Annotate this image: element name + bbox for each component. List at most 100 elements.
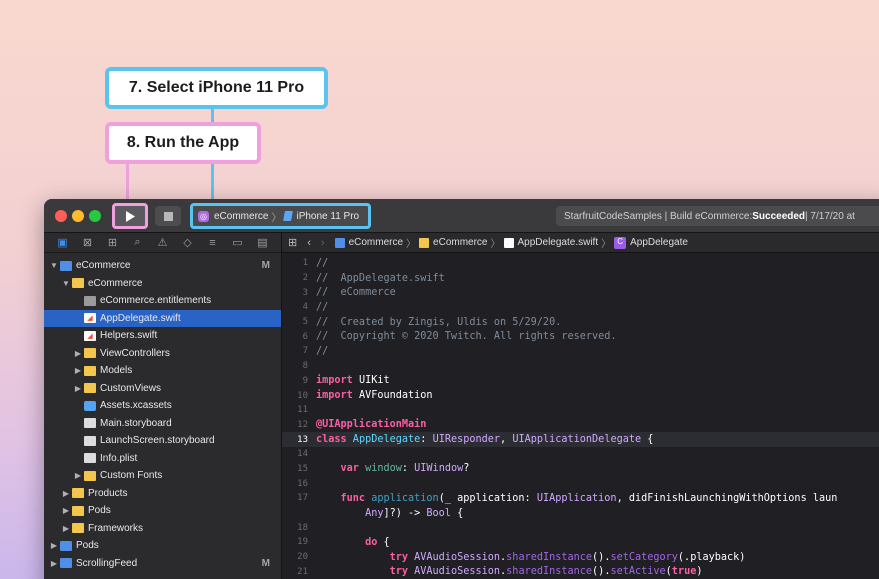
run-button[interactable] [112, 203, 148, 229]
forward-icon[interactable]: › [321, 237, 325, 249]
swift-file-icon [503, 237, 514, 248]
code-text: (.playback) [677, 551, 746, 563]
symbol-icon[interactable]: ⊞ [105, 236, 121, 249]
method-name: setCategory [610, 551, 678, 563]
tree-row-label: AppDelegate.swift [100, 312, 181, 324]
disclosure-collapsed-icon[interactable]: ▶ [72, 384, 84, 393]
jumpbar-file[interactable]: AppDelegate.swift [518, 237, 599, 248]
tree-row-label: Main.storyboard [100, 417, 172, 429]
tree-row[interactable]: ▶ Frameworks [44, 520, 281, 538]
stop-button[interactable] [155, 206, 181, 226]
code-line: 18 [282, 520, 879, 535]
tree-row[interactable]: ▶ Custom Fonts [44, 467, 281, 485]
disclosure-expanded-icon[interactable]: ▼ [48, 261, 60, 270]
code-text: { [450, 507, 464, 519]
debug-icon[interactable]: ≡ [205, 237, 221, 249]
zoom-window-button[interactable] [89, 210, 101, 222]
chevron-right-icon: 〉 [271, 212, 282, 224]
comment: // eCommerce [316, 287, 396, 299]
comment: // Copyright © 2020 Twitch. All rights r… [316, 331, 617, 343]
tree-row-label: Models [100, 365, 133, 377]
method-name: sharedInstance [506, 566, 593, 578]
grid-icon[interactable]: ⊞ [288, 236, 297, 249]
folder-icon [84, 365, 96, 376]
disclosure-expanded-icon[interactable]: ▼ [60, 279, 72, 288]
close-window-button[interactable] [55, 210, 67, 222]
tree-row[interactable]: ▶ Products [44, 485, 281, 503]
disclosure-collapsed-icon[interactable]: ▶ [60, 506, 72, 515]
back-icon[interactable]: ‹ [307, 237, 311, 249]
disclosure-collapsed-icon[interactable]: ▶ [72, 471, 84, 480]
tree-row[interactable]: ▶ ViewControllers [44, 345, 281, 363]
keyword: import [316, 375, 353, 387]
tree-row-label: LaunchScreen.storyboard [100, 435, 215, 447]
tree-row[interactable]: Assets.xcassets [44, 397, 281, 415]
folder-icon[interactable]: ▣ [55, 236, 71, 249]
code-area[interactable]: 1// 2// AppDelegate.swift 3// eCommerce … [282, 253, 879, 579]
jumpbar-symbol[interactable]: AppDelegate [630, 237, 688, 248]
scheme-device-label[interactable]: iPhone 11 Pro [296, 211, 359, 222]
line-number: 16 [297, 478, 308, 489]
minimize-window-button[interactable] [72, 210, 84, 222]
jumpbar-group[interactable]: eCommerce [433, 237, 487, 248]
line-number: 17 [297, 493, 308, 504]
line-number: 14 [297, 449, 308, 460]
tree-row-label: Custom Fonts [100, 470, 163, 482]
project-navigator: ▣ ⊠ ⊞ ⌕ ⚠ ◇ ≡ ▭ ▤ ▼ eCommerce M ▼ eComme… [44, 233, 282, 579]
line-number: 18 [297, 522, 308, 533]
tree-row[interactable]: ◢ Helpers.swift [44, 327, 281, 345]
source-editor: ⊞ ‹ › eCommerce 〉 eCommerce 〉 AppDelegat… [282, 233, 879, 579]
disclosure-collapsed-icon[interactable]: ▶ [60, 524, 72, 533]
tree-row[interactable]: eCommerce.entitlements [44, 292, 281, 310]
tree-row[interactable]: Main.storyboard [44, 415, 281, 433]
tree-row[interactable]: Info.plist [44, 450, 281, 468]
chevron-right-icon: 〉 [490, 239, 501, 250]
disclosure-collapsed-icon[interactable]: ▶ [48, 559, 60, 568]
disclosure-collapsed-icon[interactable]: ▶ [72, 366, 84, 375]
code-line: 9 import UIKit [282, 374, 879, 389]
navigator-tabs: ▣ ⊠ ⊞ ⌕ ⚠ ◇ ≡ ▭ ▤ [44, 233, 281, 253]
code-text: , [500, 434, 513, 446]
code-line: 4 // [282, 300, 879, 315]
tree-row[interactable]: ▶ CustomViews [44, 380, 281, 398]
tree-row-label: Info.plist [100, 452, 138, 464]
code-text: (_ application: [438, 492, 537, 504]
activity-status: StarfruitCodeSamples | Build eCommerce: … [556, 206, 879, 226]
test-icon[interactable]: ◇ [180, 236, 196, 249]
entitlements-file-icon [84, 295, 96, 306]
tree-row[interactable]: ▶ Pods [44, 537, 281, 555]
tree-row[interactable]: ▼ eCommerce [44, 275, 281, 293]
keyword: try [316, 551, 409, 563]
source-control-icon[interactable]: ⊠ [80, 236, 96, 249]
jumpbar-project[interactable]: eCommerce [349, 237, 403, 248]
line-number: 13 [297, 434, 308, 445]
warning-icon[interactable]: ⚠ [155, 236, 171, 249]
disclosure-collapsed-icon[interactable]: ▶ [60, 489, 72, 498]
tree-row[interactable]: LaunchScreen.storyboard [44, 432, 281, 450]
tree-row[interactable]: ▶ Models [44, 362, 281, 380]
tree-row-label: Frameworks [88, 522, 144, 534]
folder-icon [84, 383, 96, 394]
type-name: AppDelegate [346, 434, 421, 446]
breakpoint-icon[interactable]: ▭ [230, 236, 246, 249]
code-text: UIKit [352, 375, 390, 387]
plist-icon [84, 453, 96, 464]
disclosure-collapsed-icon[interactable]: ▶ [72, 349, 84, 358]
scheme-selector[interactable]: ◎ eCommerce 〉 iPhone 11 Pro [190, 203, 371, 229]
line-number: 11 [297, 405, 308, 416]
tree-row[interactable]: ▼ eCommerce M [44, 257, 281, 275]
code-line: 1 // [282, 256, 879, 271]
tree-row-label: eCommerce [88, 277, 143, 289]
scheme-project-label[interactable]: eCommerce [214, 211, 268, 222]
folder-icon [84, 348, 96, 359]
folder-icon [72, 505, 84, 516]
tree-row[interactable]: ▶ Pods [44, 502, 281, 520]
code-line: 12 @UIApplicationMain [282, 418, 879, 433]
tree-row[interactable]: ▶ ScrollingFeed M [44, 555, 281, 573]
code-text: (). [592, 551, 611, 563]
report-icon[interactable]: ▤ [255, 236, 271, 249]
tree-row-selected[interactable]: ◢ AppDelegate.swift [44, 309, 281, 327]
search-icon[interactable]: ⌕ [130, 236, 146, 249]
code-text: : [401, 463, 415, 475]
disclosure-collapsed-icon[interactable]: ▶ [48, 541, 60, 550]
